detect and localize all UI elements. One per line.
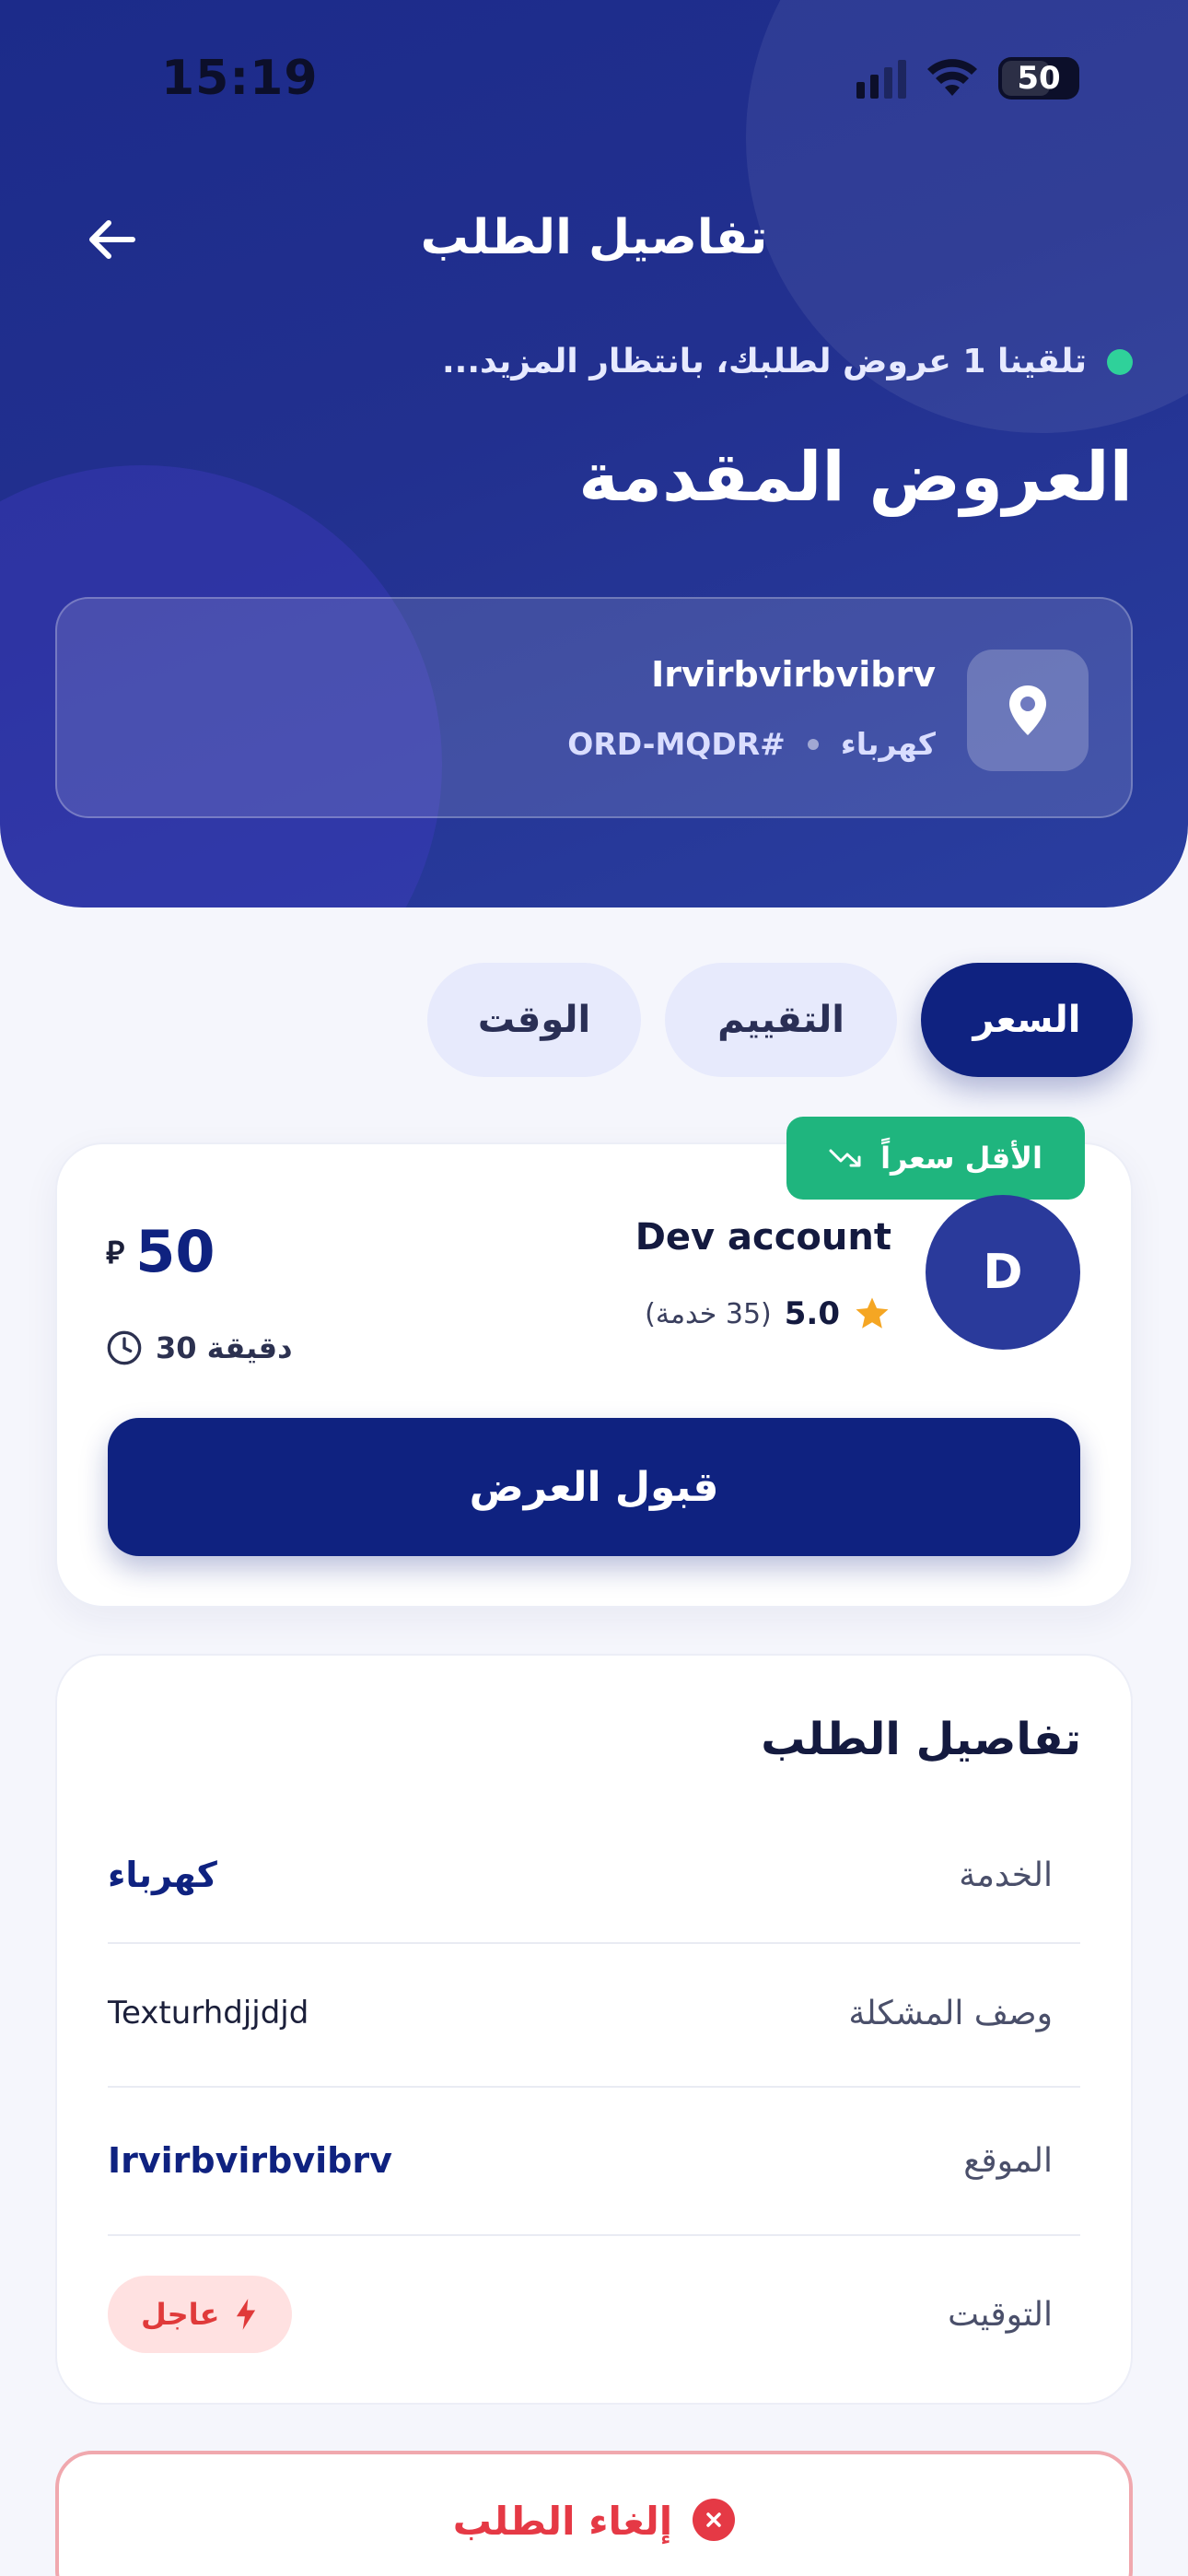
price-value: 50 [135, 1218, 215, 1285]
divider [108, 2234, 1080, 2236]
clock-icon [107, 1330, 142, 1365]
battery-icon: 50 [998, 57, 1079, 100]
provider-rating: 5.0 (35 خدمة) [645, 1294, 891, 1333]
back-button[interactable] [81, 210, 140, 269]
cancel-label: إلغاء الطلب [452, 2499, 673, 2544]
badge-label: الأقل سعراً [880, 1141, 1042, 1176]
cancel-order-button[interactable]: إلغاء الطلب [55, 2451, 1133, 2576]
filter-price[interactable]: السعر [921, 963, 1133, 1077]
location-pin-icon [967, 650, 1089, 771]
order-code: #ORD-MQDR [567, 726, 786, 762]
signal-icon [856, 58, 906, 99]
review-count: (35 خدمة) [645, 1297, 772, 1330]
offers-notice: تلقينا 1 عروض لطلبك، بانتظار المزيد... [442, 343, 1133, 381]
detail-label: وصف المشكلة [848, 1994, 1053, 2032]
detail-label: التوقيت [948, 2295, 1053, 2334]
riyal-icon: ⃁ [106, 1234, 125, 1271]
offer-duration: 30 دقيقة [106, 1329, 293, 1366]
detail-row-description: وصف المشكلة Texturhdjjdjd [108, 1981, 1080, 2045]
duration-text: 30 دقيقة [156, 1330, 293, 1365]
sort-filters: السعر التقييم الوقت [427, 963, 1133, 1077]
separator-dot [807, 738, 819, 750]
offers-heading: العروض المقدمة [578, 438, 1133, 517]
order-category: كهرباء [840, 726, 936, 762]
order-meta: كهرباء #ORD-MQDR [567, 726, 936, 762]
detail-value: Irvirbvirbvibrv [108, 2140, 392, 2181]
urgent-label: عاجل [141, 2297, 220, 2332]
detail-value: كهرباء [108, 1855, 217, 1895]
page-title: تفاصيل الطلب [420, 210, 768, 265]
details-title: تفاصيل الطلب [761, 1714, 1081, 1765]
provider-name: Dev account [635, 1216, 891, 1259]
detail-label: الخدمة [959, 1856, 1053, 1894]
status-dot-icon [1107, 348, 1133, 375]
filter-time[interactable]: الوقت [427, 963, 641, 1077]
rating-score: 5.0 [784, 1295, 840, 1332]
detail-row-location: الموقع Irvirbvirbvibrv [108, 2128, 1080, 2193]
trending-down-icon [829, 1149, 861, 1167]
divider [108, 1942, 1080, 1944]
notice-text: تلقينا 1 عروض لطلبك، بانتظار المزيد... [441, 343, 1087, 381]
order-details-screen: 15:19 50 تفاصيل الطلب تلقينا 1 عروض لطلب… [0, 0, 1188, 2576]
divider [108, 2086, 1080, 2088]
wifi-icon [927, 59, 977, 96]
detail-label: الموقع [963, 2141, 1053, 2180]
detail-row-timing: التوقيت عاجل [108, 2273, 1080, 2356]
star-icon [856, 1297, 889, 1329]
arrow-left-icon [89, 220, 135, 259]
accept-offer-button[interactable]: قبول العرض [108, 1418, 1080, 1556]
urgent-badge: عاجل [108, 2276, 292, 2353]
avatar: D [926, 1195, 1080, 1350]
lowest-price-badge: الأقل سعراً [786, 1117, 1085, 1200]
battery-level: 50 [1017, 60, 1061, 97]
filter-rating[interactable]: التقييم [665, 963, 897, 1077]
order-summary-card: Irvirbvirbvibrv كهرباء #ORD-MQDR [55, 597, 1133, 818]
status-time: 15:19 [161, 51, 319, 106]
lightning-icon [236, 2299, 255, 2330]
offer-price: ⃁ 50 [106, 1218, 215, 1285]
detail-value: Texturhdjjdjd [108, 1995, 309, 2032]
detail-row-service: الخدمة كهرباء [108, 1843, 1080, 1907]
header: 15:19 50 تفاصيل الطلب تلقينا 1 عروض لطلب… [0, 0, 1188, 907]
status-icons: 50 [856, 57, 1079, 100]
order-name: Irvirbvirbvibrv [651, 654, 936, 695]
close-circle-icon [693, 2499, 736, 2541]
